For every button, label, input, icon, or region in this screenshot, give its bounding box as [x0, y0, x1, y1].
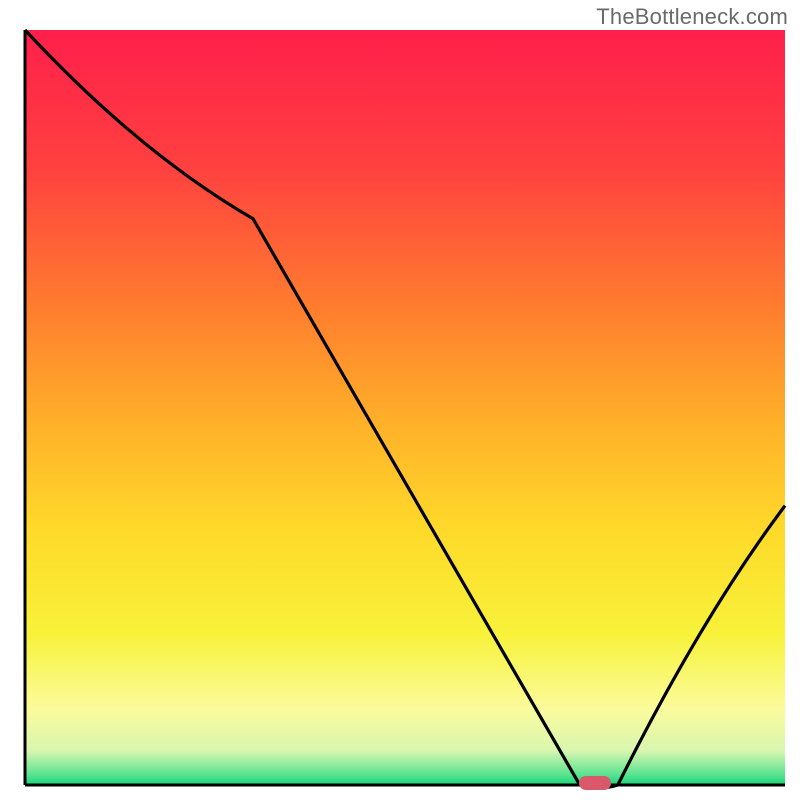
- chart-background: [25, 30, 785, 785]
- bottleneck-chart: [0, 0, 800, 800]
- optimal-marker: [579, 776, 611, 790]
- chart-container: TheBottleneck.com: [0, 0, 800, 800]
